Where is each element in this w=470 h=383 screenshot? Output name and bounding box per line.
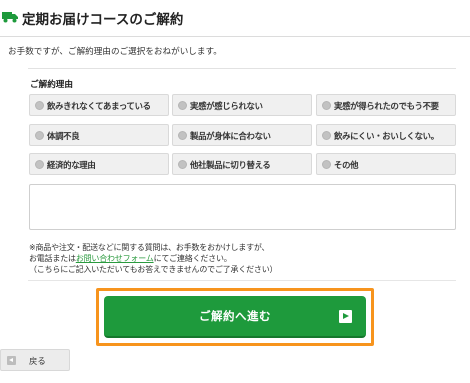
reason-option-label: 飲みにくい・おいしくない。 [334,131,439,141]
radio-icon[interactable] [35,101,44,110]
contact-form-link[interactable]: お問い合わせフォーム [76,254,154,263]
reason-option-3[interactable]: 実感が得られたのでもう不要 [316,94,456,116]
footer-divider [28,280,456,281]
comment-textarea[interactable] [29,184,456,230]
play-icon [339,310,352,323]
note-line-3: （こちらにご記入いただいてもお答えできませんのでご了承ください） [29,265,278,274]
reasons-heading: ご解約理由 [30,80,73,90]
reason-option-label: その他 [334,160,359,170]
radio-icon[interactable] [178,101,187,110]
reason-option-5[interactable]: 製品が身体に合わない [172,124,312,146]
note-line-2-prefix: お電話または [29,254,76,263]
truck-icon [2,12,18,23]
radio-icon[interactable] [322,160,331,169]
note-line-2: お電話またはお問い合わせフォームにてご連絡ください。 [29,253,232,264]
reason-option-label: 実感が得られたのでもう不要 [334,101,439,111]
page-header: 定期お届けコースのご解約 [0,0,470,38]
radio-icon[interactable] [322,131,331,140]
radio-icon[interactable] [35,160,44,169]
back-label: 戻る [29,356,46,366]
note-line-1: ※商品や注文・配送などに関する質問は、お手数をおかけしますが、 [29,243,270,252]
back-arrow-icon [7,356,16,365]
reason-option-label: 実感が感じられない [190,101,263,111]
intro-text: お手数ですが、ご解約理由のご選択をおねがいします。 [8,47,222,57]
reason-option-label: 他社製品に切り替える [190,160,271,170]
proceed-to-cancel-button[interactable]: ご解約へ進む [104,296,366,338]
submit-label: ご解約へ進む [199,309,271,323]
reason-option-2[interactable]: 実感が感じられない [172,94,312,116]
reason-option-label: 体調不良 [47,131,80,141]
radio-icon[interactable] [322,101,331,110]
reason-option-label: 経済的な理由 [47,160,96,170]
radio-icon[interactable] [178,131,187,140]
header-divider [0,36,470,37]
reason-option-8[interactable]: 他社製品に切り替える [172,153,312,175]
reason-option-9[interactable]: その他 [316,153,456,175]
reason-option-4[interactable]: 体調不良 [29,124,169,146]
radio-icon[interactable] [35,131,44,140]
reason-option-6[interactable]: 飲みにくい・おいしくない。 [316,124,456,146]
section-divider [28,68,456,69]
reason-option-7[interactable]: 経済的な理由 [29,153,169,175]
reason-option-1[interactable]: 飲みきれなくてあまっている [29,94,169,116]
reason-option-label: 製品が身体に合わない [190,131,271,141]
reason-option-label: 飲みきれなくてあまっている [47,101,151,111]
back-button[interactable]: 戻る [0,349,70,371]
page-title: 定期お届けコースのご解約 [22,12,184,28]
note-line-2-suffix: にてご連絡ください。 [153,254,232,263]
radio-icon[interactable] [178,160,187,169]
